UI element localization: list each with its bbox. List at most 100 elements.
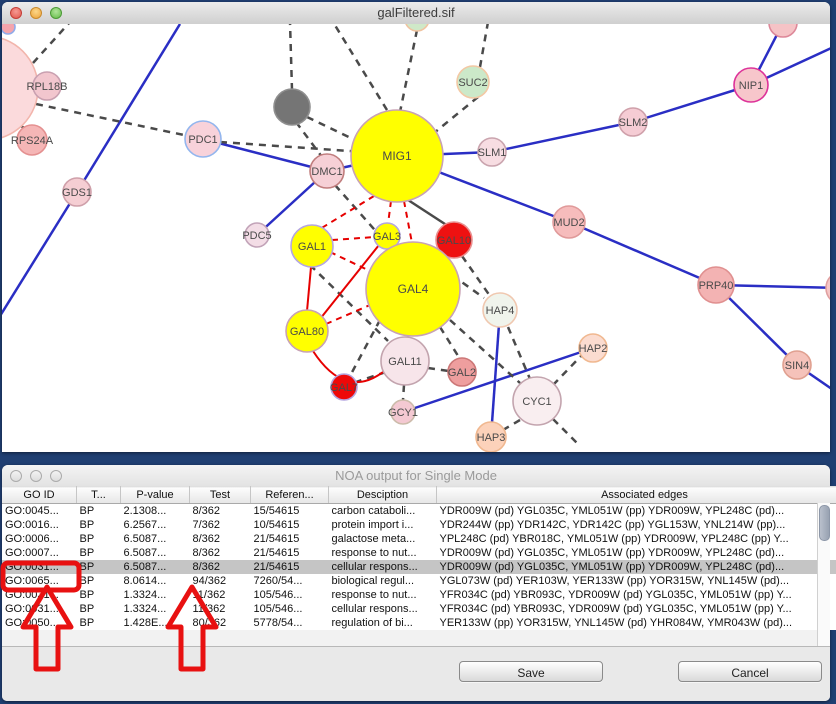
table-cell[interactable]: 105/546... — [251, 602, 329, 616]
vertical-scrollbar[interactable] — [817, 503, 830, 646]
scrollbar-thumb[interactable] — [819, 505, 830, 541]
table-cell[interactable]: 8/362 — [190, 532, 251, 546]
table-cell[interactable]: 105/546... — [251, 588, 329, 602]
table-cell[interactable]: YDR244W (pp) YDR142C, YDR142C (pp) YGL15… — [437, 518, 836, 532]
table-cell[interactable]: GO:0031... — [2, 560, 77, 574]
table-cell[interactable]: 7260/54... — [251, 574, 329, 588]
table-cell[interactable]: YPL248C (pd) YBR018C, YML051W (pp) YDR00… — [437, 532, 836, 546]
table-row[interactable]: GO:0045...BP2.1308...8/36215/54615carbon… — [2, 504, 836, 519]
edge-blue[interactable] — [77, 24, 180, 192]
table-cell[interactable]: response to nut... — [329, 546, 437, 560]
edge-reddash[interactable] — [320, 196, 374, 229]
table-cell[interactable]: 15/54615 — [251, 504, 329, 519]
table-row[interactable]: GO:0007...BP6.5087...8/36221/54615respon… — [2, 546, 836, 560]
table-cell[interactable]: 1.3324... — [121, 602, 190, 616]
table-cell[interactable]: 8/362 — [190, 560, 251, 574]
table-cell[interactable]: BP — [77, 546, 121, 560]
column-header-goid[interactable]: GO ID — [2, 487, 77, 504]
table-cell[interactable]: GO:0007... — [2, 546, 77, 560]
table-cell[interactable]: 8.0614... — [121, 574, 190, 588]
edge-dash[interactable] — [462, 256, 490, 296]
cancel-button[interactable]: Cancel — [678, 661, 822, 682]
node-unlabeled[interactable] — [405, 24, 429, 31]
table-cell[interactable]: BP — [77, 504, 121, 519]
table-cell[interactable]: 5778/54... — [251, 616, 329, 630]
node-MSI[interactable] — [826, 271, 830, 305]
edge-dash[interactable] — [403, 385, 404, 400]
edge-reddash[interactable] — [326, 305, 370, 324]
table-cell[interactable]: 7/362 — [190, 518, 251, 532]
column-header-desciption[interactable]: Desciption — [329, 487, 437, 504]
edge-blue[interactable] — [633, 85, 751, 122]
edge-reddash[interactable] — [388, 201, 391, 224]
noa-titlebar[interactable]: NOA output for Single Mode — [2, 465, 830, 488]
table-cell[interactable]: YER133W (pp) YOR315W, YNL145W (pd) YHR08… — [437, 616, 836, 630]
table-cell[interactable]: BP — [77, 532, 121, 546]
edge-reddash[interactable] — [332, 237, 375, 240]
edge-dash[interactable] — [553, 419, 578, 444]
edge-dash[interactable] — [400, 30, 417, 112]
graph-svg[interactable]: RPL18BRPS24AGDS1PDC1DMC1PDC5MIG1SUC2SLM1… — [2, 24, 830, 452]
edge-dash[interactable] — [480, 24, 488, 67]
edge-blue[interactable] — [2, 192, 77, 316]
table-cell[interactable]: YFR034C (pd) YBR093C, YDR009W (pd) YGL03… — [437, 602, 836, 616]
column-header-associatededges[interactable]: Associated edges — [437, 487, 836, 504]
table-cell[interactable]: BP — [77, 518, 121, 532]
table-cell[interactable]: BP — [77, 588, 121, 602]
edge-dash[interactable] — [440, 327, 460, 359]
table-cell[interactable]: GO:0006... — [2, 532, 77, 546]
save-button[interactable]: Save — [459, 661, 603, 682]
table-cell[interactable]: BP — [77, 616, 121, 630]
table-cell[interactable]: GO:0031... — [2, 602, 77, 616]
column-header-pvalue[interactable]: P-value — [121, 487, 190, 504]
edge-dash[interactable] — [33, 24, 70, 63]
table-cell[interactable]: 1.3324... — [121, 588, 190, 602]
network-canvas[interactable]: RPL18BRPS24AGDS1PDC1DMC1PDC5MIG1SUC2SLM1… — [2, 24, 830, 452]
graph-titlebar[interactable]: galFiltered.sif — [2, 2, 830, 25]
edge-red[interactable] — [307, 267, 311, 311]
table-cell[interactable]: GO:0016... — [2, 518, 77, 532]
table-cell[interactable]: cellular respons... — [329, 602, 437, 616]
table-row[interactable]: GO:0016...BP6.2567...7/36210/54615protei… — [2, 518, 836, 532]
edge-dash[interactable] — [307, 117, 355, 140]
table-cell[interactable]: YDR009W (pd) YGL035C, YML051W (pp) YDR00… — [437, 560, 836, 574]
table-cell[interactable]: YGL073W (pd) YER103W, YER133W (pp) YOR31… — [437, 574, 836, 588]
edge-blue[interactable] — [492, 122, 633, 152]
table-cell[interactable]: GO:0045... — [2, 504, 77, 519]
table-row[interactable]: GO:0006...BP6.5087...8/36221/54615galact… — [2, 532, 836, 546]
column-header-t[interactable]: T... — [77, 487, 121, 504]
table-cell[interactable]: YDR009W (pd) YGL035C, YML051W (pp) YDR00… — [437, 546, 836, 560]
table-cell[interactable]: YFR034C (pd) YBR093C, YDR009W (pd) YGL03… — [437, 588, 836, 602]
table-cell[interactable]: carbon cataboli... — [329, 504, 437, 519]
edge-blue[interactable] — [203, 139, 327, 171]
table-cell[interactable]: BP — [77, 574, 121, 588]
table-cell[interactable]: galactose meta... — [329, 532, 437, 546]
table-cell[interactable]: 8/362 — [190, 504, 251, 519]
table-cell[interactable]: GO:0050... — [2, 616, 77, 630]
table-cell[interactable]: BP — [77, 560, 121, 574]
table-row[interactable]: GO:0050...BP1.428E...80/3625778/54...reg… — [2, 616, 836, 630]
table-cell[interactable]: YDR009W (pd) YGL035C, YML051W (pp) YDR00… — [437, 504, 836, 519]
table-row[interactable]: GO:0031...BP1.3324...11/362105/546...cel… — [2, 602, 836, 616]
table-cell[interactable]: biological regul... — [329, 574, 437, 588]
table-cell[interactable]: 10/54615 — [251, 518, 329, 532]
table-row[interactable]: GO:0031...BP1.3324...11/362105/546...res… — [2, 588, 836, 602]
table-cell[interactable]: 8/362 — [190, 546, 251, 560]
column-header-test[interactable]: Test — [190, 487, 251, 504]
table-cell[interactable]: 21/54615 — [251, 546, 329, 560]
table-cell[interactable]: 21/54615 — [251, 532, 329, 546]
edge-blue[interactable] — [569, 222, 716, 285]
edge-dash[interactable] — [333, 24, 387, 110]
edge-reddash[interactable] — [404, 201, 412, 243]
edge-dash[interactable] — [290, 24, 292, 90]
table-cell[interactable]: 21/54615 — [251, 560, 329, 574]
table-cell[interactable]: 6.5087... — [121, 560, 190, 574]
edge-dash[interactable] — [503, 420, 520, 430]
table-row[interactable]: GO:0031...BP6.5087...8/36221/54615cellul… — [2, 560, 836, 574]
table-cell[interactable]: 80/362 — [190, 616, 251, 630]
table-cell[interactable]: 11/362 — [190, 602, 251, 616]
node-unlabeled[interactable] — [769, 24, 797, 37]
edge-dash[interactable] — [296, 122, 322, 157]
table-cell[interactable]: response to nut... — [329, 588, 437, 602]
table-cell[interactable]: cellular respons... — [329, 560, 437, 574]
